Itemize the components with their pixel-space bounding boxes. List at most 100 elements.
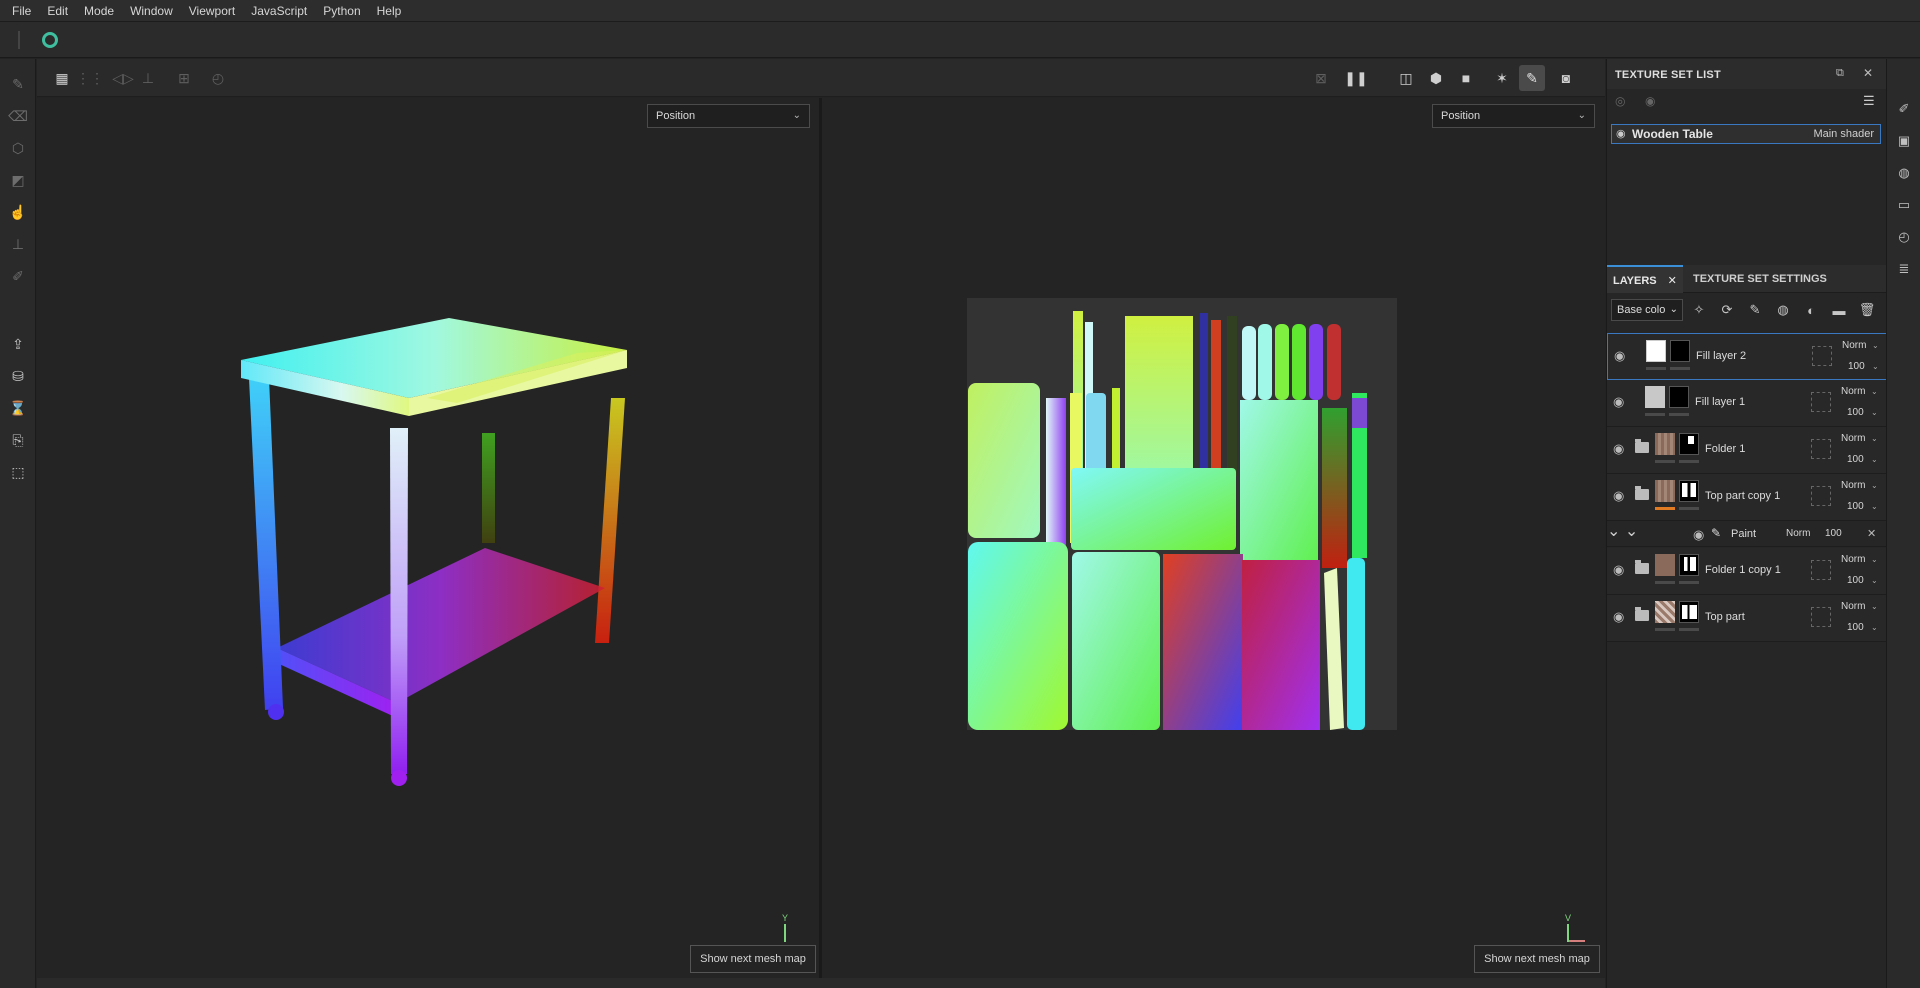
- effect-name[interactable]: Paint: [1731, 528, 1756, 540]
- viewport-3d[interactable]: Position ⌄ Y Show next mesh map: [37, 98, 819, 978]
- layer-mask-thumbnail[interactable]: [1679, 433, 1699, 455]
- frame-icon[interactable]: ⊞: [175, 69, 193, 87]
- log-icon[interactable]: ≣: [1896, 261, 1912, 277]
- close-icon[interactable]: ✕: [1863, 66, 1873, 80]
- delete-icon[interactable]: 🗑: [1859, 302, 1876, 318]
- smudge-icon[interactable]: ☝: [9, 203, 27, 221]
- export-icon[interactable]: ⇪: [9, 335, 27, 353]
- layer-mask-thumbnail[interactable]: [1679, 554, 1699, 576]
- folder-icon[interactable]: [1635, 607, 1649, 621]
- eye-icon[interactable]: ◉: [1613, 441, 1624, 457]
- layer-row[interactable]: ◉ Top part Norm ⌄ 100 ⌄: [1607, 595, 1887, 642]
- geometry-mask-slot[interactable]: [1811, 560, 1831, 580]
- opacity-value[interactable]: 100: [1848, 361, 1865, 372]
- close-icon[interactable]: ✕: [1668, 275, 1677, 287]
- hide-icon[interactable]: ⊠: [1312, 69, 1330, 87]
- blend-mode[interactable]: Norm: [1841, 554, 1865, 565]
- history-icon[interactable]: ◴: [1896, 229, 1912, 245]
- toolbar-grip[interactable]: [18, 31, 20, 49]
- eye-icon[interactable]: ◉: [1616, 127, 1626, 140]
- layer-name[interactable]: Fill layer 1: [1695, 396, 1745, 408]
- environment-icon[interactable]: ◍: [1896, 165, 1912, 181]
- eraser-icon[interactable]: ⌫: [8, 107, 28, 125]
- paint-mode-icon[interactable]: ✎: [1519, 65, 1545, 91]
- menu-javascript[interactable]: JavaScript: [243, 0, 315, 22]
- eye-icon[interactable]: ◉: [1613, 609, 1624, 625]
- shelf-icon[interactable]: ⬚: [9, 463, 27, 481]
- layer-name[interactable]: Folder 1: [1705, 443, 1745, 455]
- menu-window[interactable]: Window: [122, 0, 181, 22]
- menu-file[interactable]: File: [4, 0, 39, 22]
- properties-icon[interactable]: ✐: [1896, 101, 1912, 117]
- blend-mode[interactable]: Norm: [1841, 480, 1865, 491]
- layer-name[interactable]: Top part: [1705, 611, 1745, 623]
- blend-mode[interactable]: Norm: [1786, 528, 1810, 539]
- float-panel-icon[interactable]: ⧉: [1836, 67, 1844, 80]
- polygon-fill-icon[interactable]: ◩: [9, 171, 27, 189]
- splash-icon[interactable]: ✶: [1493, 69, 1511, 87]
- layer-name[interactable]: Fill layer 2: [1696, 350, 1746, 362]
- list-menu-icon[interactable]: ☰: [1863, 93, 1875, 109]
- projection-icon[interactable]: ⬡: [9, 139, 27, 157]
- screenshot-icon[interactable]: ◙: [1557, 69, 1575, 87]
- geometry-mask-slot[interactable]: [1811, 486, 1831, 506]
- opacity-value[interactable]: 100: [1847, 575, 1864, 586]
- add-folder-icon[interactable]: ▬: [1831, 302, 1847, 318]
- opacity-value[interactable]: 100: [1847, 454, 1864, 465]
- plugin-icon[interactable]: [42, 32, 58, 48]
- pause-icon[interactable]: ❚❚: [1344, 69, 1367, 87]
- grid-snap-icon[interactable]: ▦: [53, 69, 71, 87]
- display-settings-icon[interactable]: ▣: [1896, 133, 1912, 149]
- layer-mask-thumbnail[interactable]: [1669, 386, 1689, 408]
- layer-name[interactable]: Folder 1 copy 1: [1705, 564, 1781, 576]
- opacity-value[interactable]: 100: [1847, 407, 1864, 418]
- folder-icon[interactable]: [1635, 486, 1649, 500]
- eye-icon[interactable]: ◉: [1613, 488, 1624, 504]
- viewport-2d[interactable]: Position ⌄ V Show next mesh map: [822, 98, 1605, 978]
- map-select-3d[interactable]: Position ⌄: [647, 104, 810, 128]
- bake-icon[interactable]: ⛁: [9, 367, 27, 385]
- layer-mask-thumbnail[interactable]: [1679, 480, 1699, 502]
- split-view-icon[interactable]: ◫: [1397, 69, 1415, 87]
- add-effect-icon[interactable]: ✧: [1691, 302, 1707, 318]
- effect-row[interactable]: ◉ ✎ Paint Norm ⌄ 100 ⌄ ✕: [1607, 521, 1887, 547]
- channel-select[interactable]: Base colo ⌄: [1611, 299, 1683, 321]
- blend-mode[interactable]: Norm: [1841, 601, 1865, 612]
- paint-brush-icon[interactable]: ✎: [9, 75, 27, 93]
- history-icon[interactable]: ◴: [209, 69, 227, 87]
- geometry-mask-slot[interactable]: [1811, 607, 1831, 627]
- grid-icon[interactable]: ⋮⋮: [76, 69, 104, 87]
- menu-viewport[interactable]: Viewport: [181, 0, 243, 22]
- iray-icon[interactable]: ⌛: [9, 399, 27, 417]
- menu-edit[interactable]: Edit: [39, 0, 76, 22]
- resource-icon[interactable]: ⎘: [9, 431, 27, 449]
- folder-icon[interactable]: [1635, 439, 1649, 453]
- menu-python[interactable]: Python: [315, 0, 368, 22]
- cube-icon[interactable]: ⬢: [1427, 69, 1445, 87]
- eye-icon[interactable]: ◉: [1613, 394, 1624, 410]
- eye-icon[interactable]: ◉: [1693, 527, 1704, 543]
- geometry-mask-slot[interactable]: [1812, 346, 1832, 366]
- menu-help[interactable]: Help: [369, 0, 410, 22]
- blend-mode[interactable]: Norm: [1841, 386, 1865, 397]
- geometry-mask-slot[interactable]: [1811, 392, 1831, 412]
- remove-effect-icon[interactable]: ✕: [1867, 527, 1876, 540]
- layer-row[interactable]: ◉ Top part copy 1 Norm ⌄ 100 ⌄: [1607, 474, 1887, 521]
- layer-row[interactable]: ◉ Folder 1 Norm ⌄ 100 ⌄: [1607, 427, 1887, 474]
- clone-stamp-icon[interactable]: ⊥: [9, 235, 27, 253]
- eye-icon[interactable]: ◉: [1645, 94, 1655, 108]
- layer-row[interactable]: ◉ Fill layer 2 Norm ⌄ 100 ⌄: [1607, 333, 1887, 380]
- blend-mode[interactable]: Norm: [1841, 433, 1865, 444]
- add-smart-mask-icon[interactable]: ⟳: [1719, 302, 1735, 318]
- layer-name[interactable]: Top part copy 1: [1705, 490, 1780, 502]
- geometry-mask-slot[interactable]: [1811, 439, 1831, 459]
- show-next-mesh-map-button-2d[interactable]: Show next mesh map: [1474, 945, 1600, 973]
- blend-mode[interactable]: Norm: [1842, 340, 1866, 351]
- layer-mask-thumbnail[interactable]: [1670, 340, 1690, 362]
- menu-mode[interactable]: Mode: [76, 0, 122, 22]
- texture-set-shader[interactable]: Main shader: [1813, 128, 1874, 140]
- eye-icon[interactable]: ◉: [1614, 348, 1625, 364]
- symmetry-icon[interactable]: ◁▷: [112, 69, 134, 87]
- tab-texture-set-settings[interactable]: TEXTURE SET SETTINGS: [1687, 265, 1833, 293]
- layer-row[interactable]: ◉ Fill layer 1 Norm ⌄ 100 ⌄: [1607, 380, 1887, 427]
